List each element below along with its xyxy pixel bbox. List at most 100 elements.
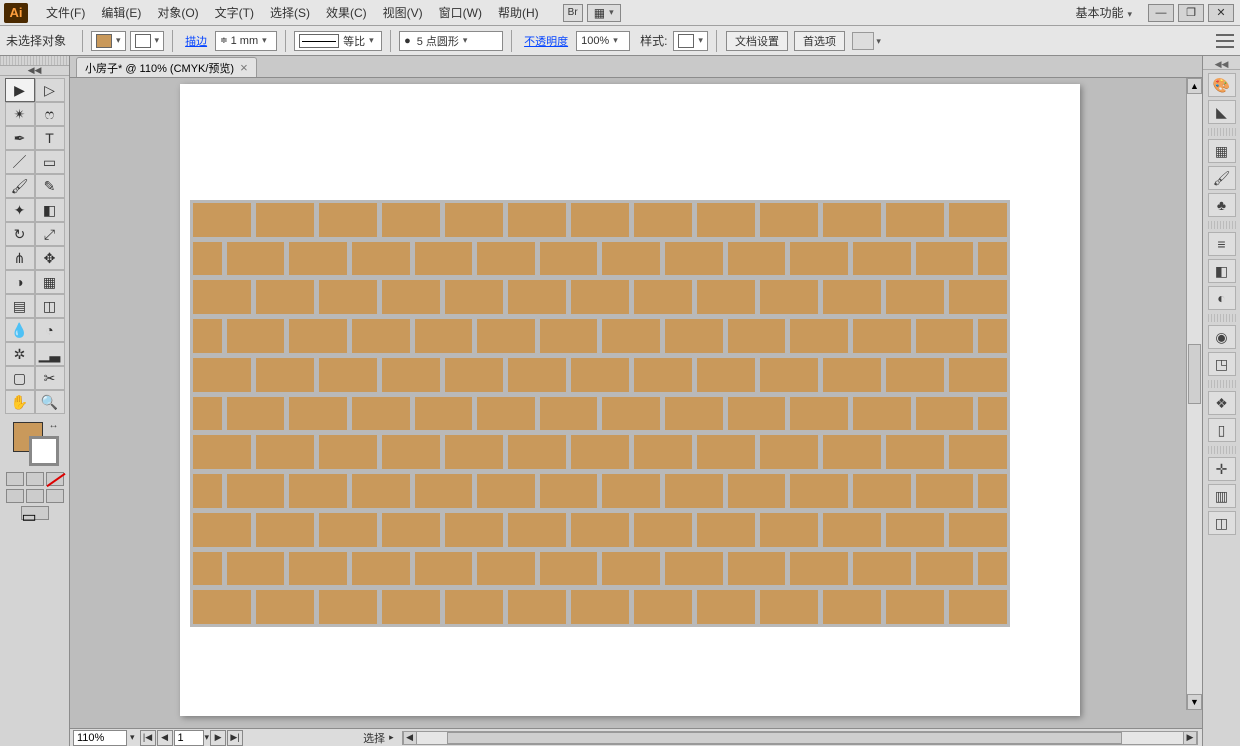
align-panel[interactable]: ▥	[1208, 484, 1236, 508]
color-mode-gradient[interactable]	[26, 472, 44, 486]
next-artboard-button[interactable]: ▶	[210, 730, 226, 746]
direct-selection-tool[interactable]: ▷	[35, 78, 65, 102]
fill-swatch[interactable]	[91, 31, 126, 51]
draw-mode-behind[interactable]	[26, 489, 44, 503]
toolbox-stroke-swatch[interactable]	[29, 436, 59, 466]
hand-tool[interactable]: ✋	[5, 390, 35, 414]
pathfinder-panel[interactable]: ◫	[1208, 511, 1236, 535]
transparency-panel[interactable]: ◐	[1208, 286, 1236, 310]
menu-item[interactable]: 编辑(E)	[93, 4, 149, 21]
opacity-input[interactable]: 100%	[576, 31, 630, 51]
pencil-tool[interactable]: ✎	[35, 174, 65, 198]
graphic-style-swatch[interactable]	[673, 31, 708, 51]
column-graph-tool[interactable]: ▁▃	[35, 342, 65, 366]
last-artboard-button[interactable]: ▶|	[227, 730, 243, 746]
scroll-left-icon[interactable]: ◀	[403, 732, 417, 744]
screen-mode-button[interactable]: ▭	[21, 506, 49, 520]
symbol-sprayer-tool[interactable]: ✲	[5, 342, 35, 366]
color-panel[interactable]: 🎨	[1208, 73, 1236, 97]
document-setup-button[interactable]: 文档设置	[726, 31, 788, 51]
scroll-down-icon[interactable]: ▼	[1187, 694, 1202, 710]
blob-brush-tool[interactable]: ✦	[5, 198, 35, 222]
eraser-tool[interactable]: ◧	[35, 198, 65, 222]
zoom-input[interactable]	[73, 730, 127, 746]
perspective-grid-tool[interactable]: ▦	[35, 270, 65, 294]
swap-fill-stroke-icon[interactable]: ↔	[49, 420, 61, 432]
transform-panel[interactable]: ✛	[1208, 457, 1236, 481]
artboards-panel[interactable]: ▯	[1208, 418, 1236, 442]
width-tool[interactable]: ⋔	[5, 246, 35, 270]
fill-stroke-swatches[interactable]: ↔	[9, 420, 61, 468]
rotate-tool[interactable]: ↻	[5, 222, 35, 246]
layers-panel[interactable]: ❖	[1208, 391, 1236, 415]
brush-definition[interactable]: ● 5 点圆形	[399, 31, 503, 51]
status-flyout-icon[interactable]: ▸	[389, 732, 394, 743]
menu-item[interactable]: 选择(S)	[262, 4, 318, 21]
maximize-button[interactable]: ❐	[1178, 4, 1204, 22]
stroke-panel[interactable]: ≡	[1208, 232, 1236, 256]
appearance-panel[interactable]: ◉	[1208, 325, 1236, 349]
workspace-switcher[interactable]: 基本功能▾	[1069, 4, 1138, 21]
eyedropper-tool[interactable]: 💧	[5, 318, 35, 342]
align-to-dropdown[interactable]	[852, 32, 874, 50]
brick-wall-artwork[interactable]	[190, 200, 1010, 627]
control-bar-menu-icon[interactable]	[1216, 34, 1234, 48]
arrange-documents-button[interactable]: ▦	[587, 4, 621, 22]
bridge-button[interactable]: Br	[563, 4, 583, 22]
stroke-panel-link[interactable]: 描边	[185, 33, 207, 49]
close-window-button[interactable]: ✕	[1208, 4, 1234, 22]
toolbox-collapse-icon[interactable]: ◀◀	[0, 66, 69, 76]
stroke-weight-input[interactable]: ≑ 1 mm	[215, 31, 277, 51]
menu-item[interactable]: 帮助(H)	[490, 4, 547, 21]
color-mode-none[interactable]	[46, 472, 64, 486]
symbols-panel[interactable]: ♣	[1208, 193, 1236, 217]
opacity-panel-link[interactable]: 不透明度	[524, 33, 568, 49]
scroll-up-icon[interactable]: ▲	[1187, 78, 1202, 94]
vscroll-thumb[interactable]	[1188, 344, 1201, 404]
scale-tool[interactable]: ⤢	[35, 222, 65, 246]
rightdock-collapse-icon[interactable]: ◀◀	[1203, 60, 1240, 70]
first-artboard-button[interactable]: |◀	[140, 730, 156, 746]
draw-mode-inside[interactable]	[46, 489, 64, 503]
document-tab[interactable]: 小房子* @ 110% (CMYK/预览) ×	[76, 57, 257, 77]
artboard-number-input[interactable]	[174, 730, 204, 746]
line-segment-tool[interactable]: ／	[5, 150, 35, 174]
scroll-right-icon[interactable]: ▶	[1183, 732, 1197, 744]
horizontal-scrollbar[interactable]: ◀ ▶	[402, 731, 1198, 745]
magic-wand-tool[interactable]: ✴	[5, 102, 35, 126]
preferences-button[interactable]: 首选项	[794, 31, 845, 51]
stroke-swatch[interactable]	[130, 31, 165, 51]
paintbrush-tool[interactable]: 🖌	[5, 174, 35, 198]
artboard-dropdown-icon[interactable]: ▾	[205, 732, 210, 743]
color-mode-solid[interactable]	[6, 472, 24, 486]
zoom-tool[interactable]: 🔍	[35, 390, 65, 414]
zoom-dropdown-icon[interactable]: ▾	[130, 732, 135, 743]
menu-item[interactable]: 窗口(W)	[431, 4, 490, 21]
rectangle-tool[interactable]: ▭	[35, 150, 65, 174]
color-guide-panel[interactable]: ◣	[1208, 100, 1236, 124]
pen-tool[interactable]: ✒	[5, 126, 35, 150]
tab-close-icon[interactable]: ×	[240, 60, 248, 75]
type-tool[interactable]: T	[35, 126, 65, 150]
swatches-panel[interactable]: ▦	[1208, 139, 1236, 163]
artboard[interactable]	[180, 84, 1080, 716]
menu-item[interactable]: 对象(O)	[149, 4, 206, 21]
draw-mode-normal[interactable]	[6, 489, 24, 503]
prev-artboard-button[interactable]: ◀	[157, 730, 173, 746]
lasso-tool[interactable]: ෆ	[35, 102, 65, 126]
slice-tool[interactable]: ✂	[35, 366, 65, 390]
menu-item[interactable]: 视图(V)	[375, 4, 431, 21]
vertical-scrollbar[interactable]: ▲ ▼	[1186, 78, 1202, 710]
variable-width-profile[interactable]: 等比	[294, 31, 382, 51]
brushes-panel[interactable]: 🖌	[1208, 166, 1236, 190]
menu-item[interactable]: 文字(T)	[207, 4, 262, 21]
mesh-tool[interactable]: ▤	[5, 294, 35, 318]
free-transform-tool[interactable]: ✥	[35, 246, 65, 270]
menu-item[interactable]: 文件(F)	[38, 4, 93, 21]
blend-tool[interactable]: ◔	[35, 318, 65, 342]
hscroll-thumb[interactable]	[447, 732, 1121, 744]
graphic-styles-panel[interactable]: ◳	[1208, 352, 1236, 376]
gradient-tool[interactable]: ◫	[35, 294, 65, 318]
menu-item[interactable]: 效果(C)	[318, 4, 375, 21]
canvas-viewport[interactable]: ▲ ▼	[70, 78, 1202, 728]
